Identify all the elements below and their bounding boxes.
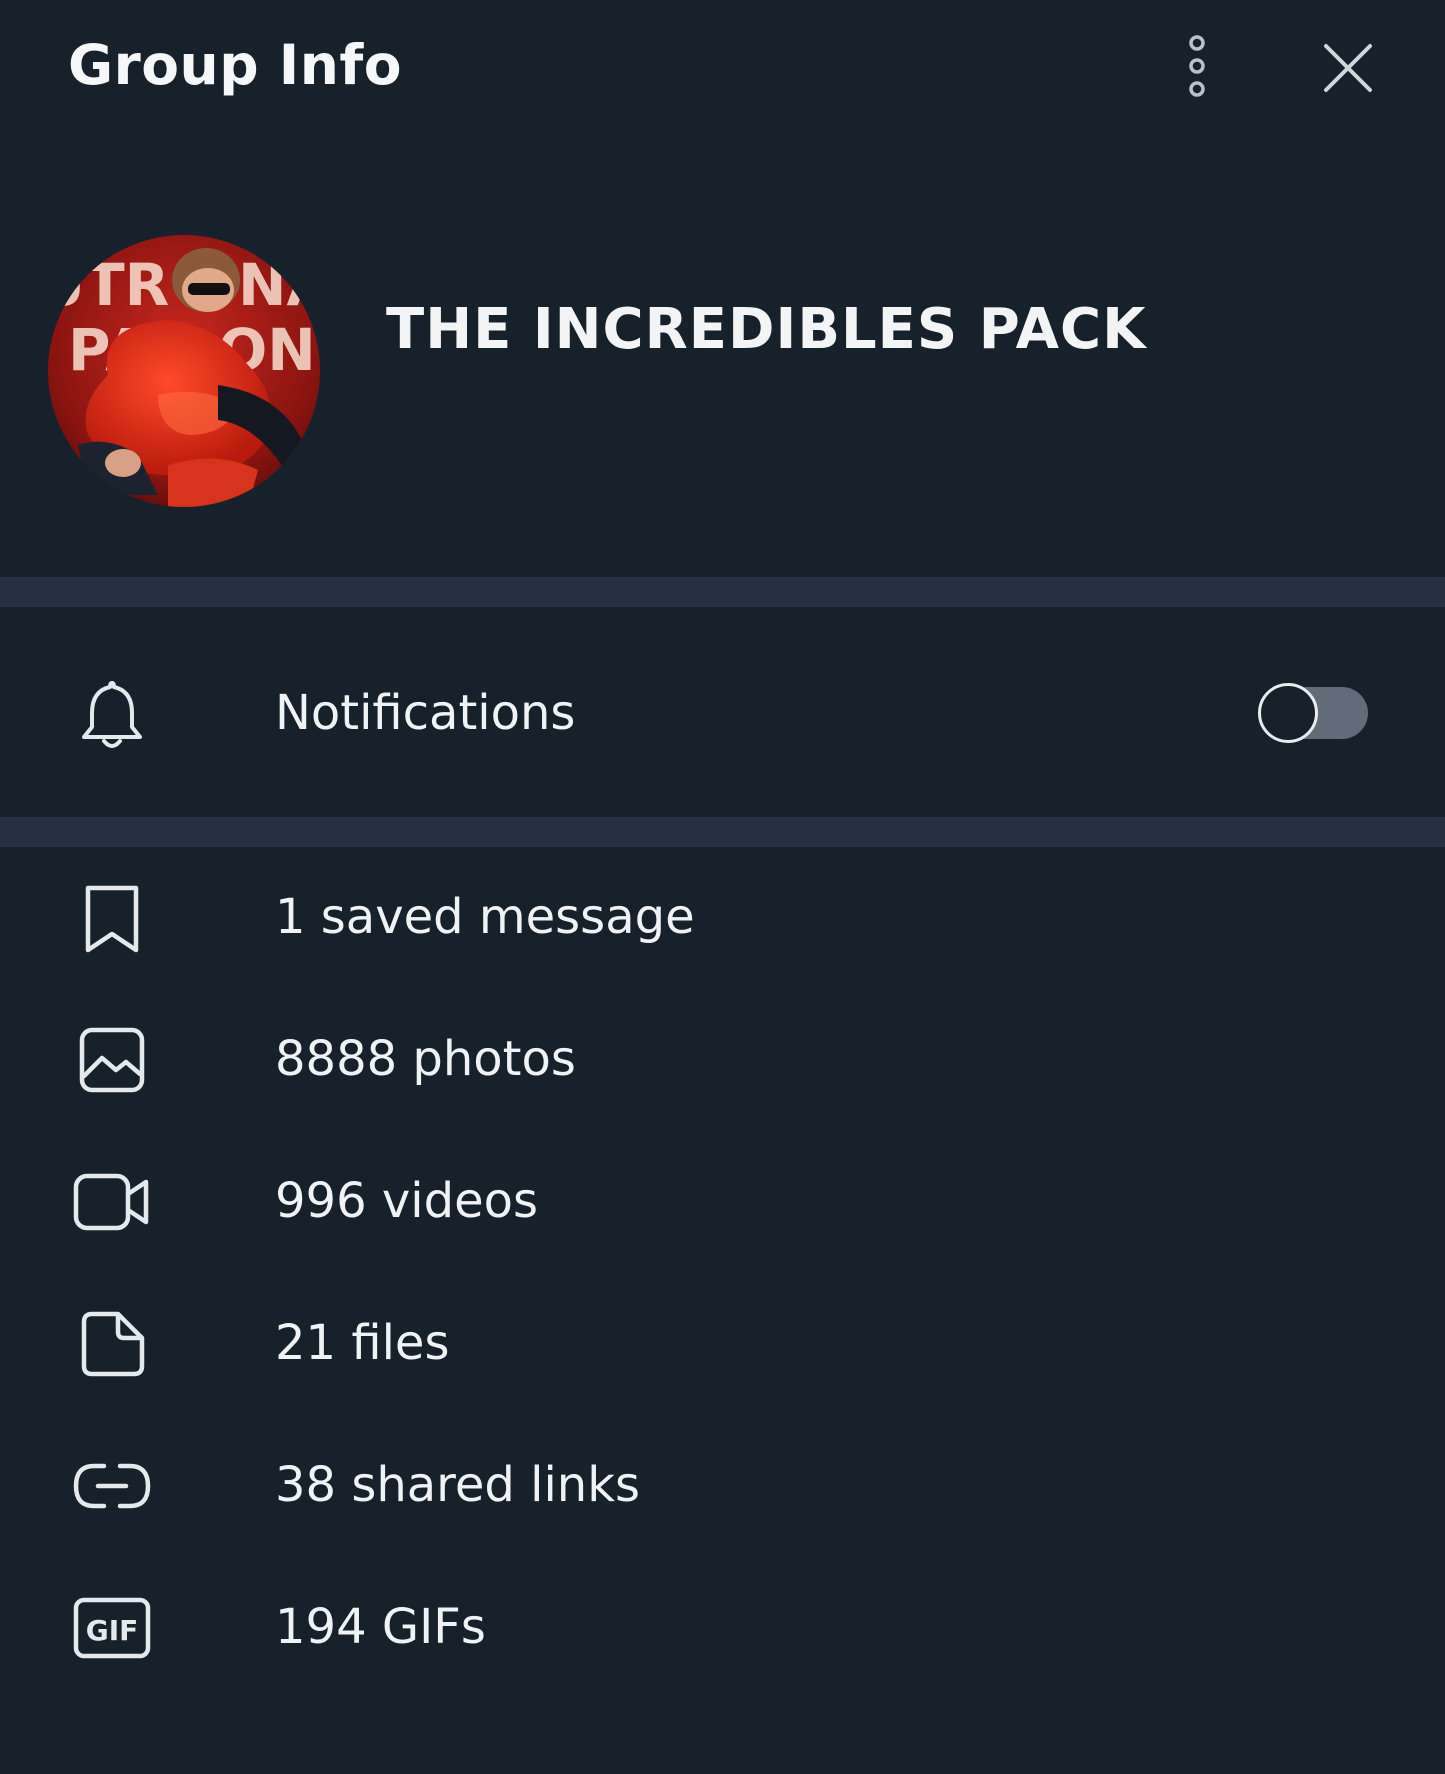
saved-messages-label: 1 saved message [275, 889, 695, 945]
avatar-image: UTR NA PA ON [48, 235, 320, 507]
header: Group Info [0, 0, 1445, 135]
group-profile: UTR NA PA ON THE INCREDIBLES PACK [0, 135, 1445, 577]
section-divider [0, 577, 1445, 607]
photo-icon [64, 1012, 160, 1108]
notifications-toggle[interactable] [1258, 683, 1370, 743]
link-icon [64, 1438, 160, 1534]
list-item-shared-links[interactable]: 38 shared links [0, 1415, 1445, 1557]
close-icon [1324, 44, 1372, 92]
notifications-row[interactable]: Notifications [0, 607, 1445, 817]
list-item-photos[interactable]: 8888 photos [0, 989, 1445, 1131]
svg-text:NA: NA [238, 251, 320, 319]
list-item-gifs[interactable]: GIF 194 GIFs [0, 1557, 1445, 1699]
group-name: THE INCREDIBLES PACK [386, 297, 1147, 362]
bell-icon [64, 667, 160, 763]
shared-links-label: 38 shared links [275, 1457, 641, 1513]
more-options-button[interactable] [1157, 28, 1237, 108]
close-button[interactable] [1308, 28, 1388, 108]
video-icon [64, 1154, 160, 1250]
file-icon [64, 1296, 160, 1392]
section-divider [0, 817, 1445, 847]
list-item-files[interactable]: 21 files [0, 1273, 1445, 1415]
page-title: Group Info [68, 33, 403, 97]
more-vertical-icon [1189, 35, 1205, 97]
bookmark-icon [64, 870, 160, 966]
notifications-label: Notifications [275, 685, 576, 741]
list-item-videos[interactable]: 996 videos [0, 1131, 1445, 1273]
gifs-label: 194 GIFs [275, 1599, 486, 1655]
group-info-panel: Group Info UTR NA ON THE INCREDIBLES PAC… [0, 0, 1445, 1774]
list-item-saved-messages[interactable]: 1 saved message [0, 847, 1445, 989]
svg-text:GIF: GIF [86, 1614, 139, 1647]
files-label: 21 files [275, 1315, 450, 1371]
toggle-knob [1258, 683, 1318, 743]
avatar[interactable]: UTR NA PA ON [48, 235, 320, 507]
gif-icon: GIF [64, 1580, 160, 1676]
videos-label: 996 videos [275, 1173, 538, 1229]
photos-label: 8888 photos [275, 1031, 576, 1087]
svg-text:UTR: UTR [48, 251, 169, 319]
